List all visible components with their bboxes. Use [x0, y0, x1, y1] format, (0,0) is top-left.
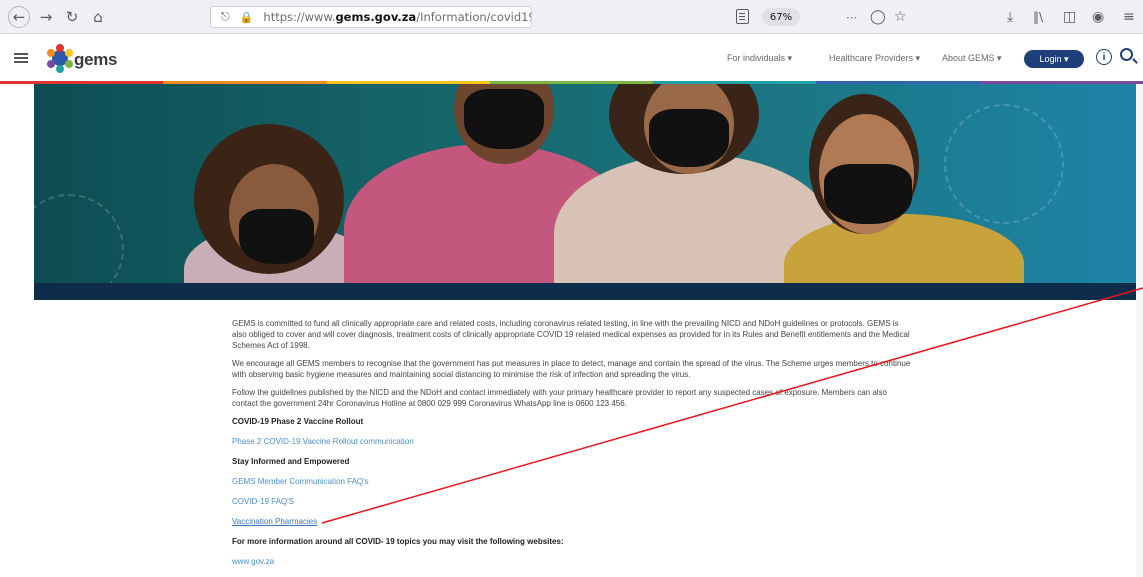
- browser-window: ← → ↻ ⌂ ⎋ 🔒 https://www.gems.gov.za/Info…: [0, 0, 1143, 577]
- main-content: GEMS is committed to fund all clinically…: [232, 318, 912, 576]
- hero-banner-image: [34, 84, 1143, 300]
- gov-website-link[interactable]: www.gov.za: [232, 556, 912, 567]
- nav-healthcare-providers[interactable]: Healthcare Providers ▾: [829, 53, 920, 64]
- url-bar[interactable]: ⎋ 🔒 https://www.gems.gov.za/Information/…: [210, 6, 532, 28]
- face-mask: [239, 209, 314, 264]
- covid-faq-link[interactable]: COVID-19 FAQ'S: [232, 496, 912, 507]
- face-mask: [649, 109, 729, 167]
- browser-toolbar: ← → ↻ ⌂ ⎋ 🔒 https://www.gems.gov.za/Info…: [0, 0, 1143, 34]
- page-scrollbar[interactable]: [1136, 84, 1143, 577]
- virus-graphic: [944, 104, 1064, 224]
- logo-text: gems: [74, 50, 118, 69]
- hero-caption-band: [34, 283, 1143, 300]
- face-mask: [824, 164, 912, 224]
- back-icon[interactable]: ←: [8, 6, 30, 28]
- measures-paragraph: We encourage all GEMS members to recogni…: [232, 359, 911, 379]
- shield-icon[interactable]: ⎋: [221, 10, 230, 24]
- lock-icon[interactable]: 🔒: [240, 11, 254, 24]
- guidelines-paragraph: Follow the guidelines published by the N…: [232, 388, 887, 408]
- search-icon[interactable]: [1120, 48, 1133, 61]
- site-header: gems For individuals ▾ Healthcare Provid…: [0, 35, 1143, 81]
- nav-for-individuals[interactable]: For individuals ▾: [727, 53, 792, 64]
- gems-logo[interactable]: gems: [45, 43, 135, 77]
- nav-about-gems[interactable]: About GEMS ▾: [942, 53, 1002, 64]
- face-mask: [464, 89, 544, 149]
- rollout-communication-link[interactable]: Phase 2 COVID-19 Vaccine Rollout communi…: [232, 436, 912, 447]
- home-icon[interactable]: ⌂: [88, 7, 108, 27]
- download-icon[interactable]: ⤓: [1007, 7, 1013, 27]
- forward-icon[interactable]: →: [36, 7, 56, 27]
- vaccination-pharmacies-link[interactable]: Vaccination Pharmacies: [232, 516, 912, 527]
- logo-emblem-icon: [47, 44, 73, 73]
- info-icon[interactable]: i: [1096, 49, 1112, 65]
- member-faq-link[interactable]: GEMS Member Communication FAQ's: [232, 476, 912, 487]
- hamburger-menu-icon[interactable]: [14, 53, 28, 55]
- stay-informed-heading: Stay Informed and Empowered: [232, 457, 350, 466]
- more-icon[interactable]: ⋯: [846, 7, 857, 27]
- reload-icon[interactable]: ↻: [62, 7, 82, 27]
- sidebar-icon[interactable]: ◫: [1063, 7, 1076, 27]
- login-button[interactable]: Login ▾: [1024, 50, 1084, 68]
- menu-icon[interactable]: ≡: [1123, 7, 1135, 27]
- more-info-text: For more information around all COVID- 1…: [232, 537, 564, 546]
- pocket-icon[interactable]: ◯: [870, 7, 886, 27]
- account-icon[interactable]: ◉: [1092, 7, 1104, 27]
- intro-paragraph: GEMS is committed to fund all clinically…: [232, 319, 910, 350]
- rollout-heading: COVID-19 Phase 2 Vaccine Rollout: [232, 417, 364, 426]
- library-icon[interactable]: ‖\: [1033, 7, 1043, 27]
- reader-view-icon[interactable]: [736, 9, 749, 24]
- zoom-level[interactable]: 67%: [762, 8, 800, 26]
- url-text: https://www.gems.gov.za/Information/covi…: [263, 10, 532, 24]
- bookmark-star-icon[interactable]: ☆: [894, 7, 907, 27]
